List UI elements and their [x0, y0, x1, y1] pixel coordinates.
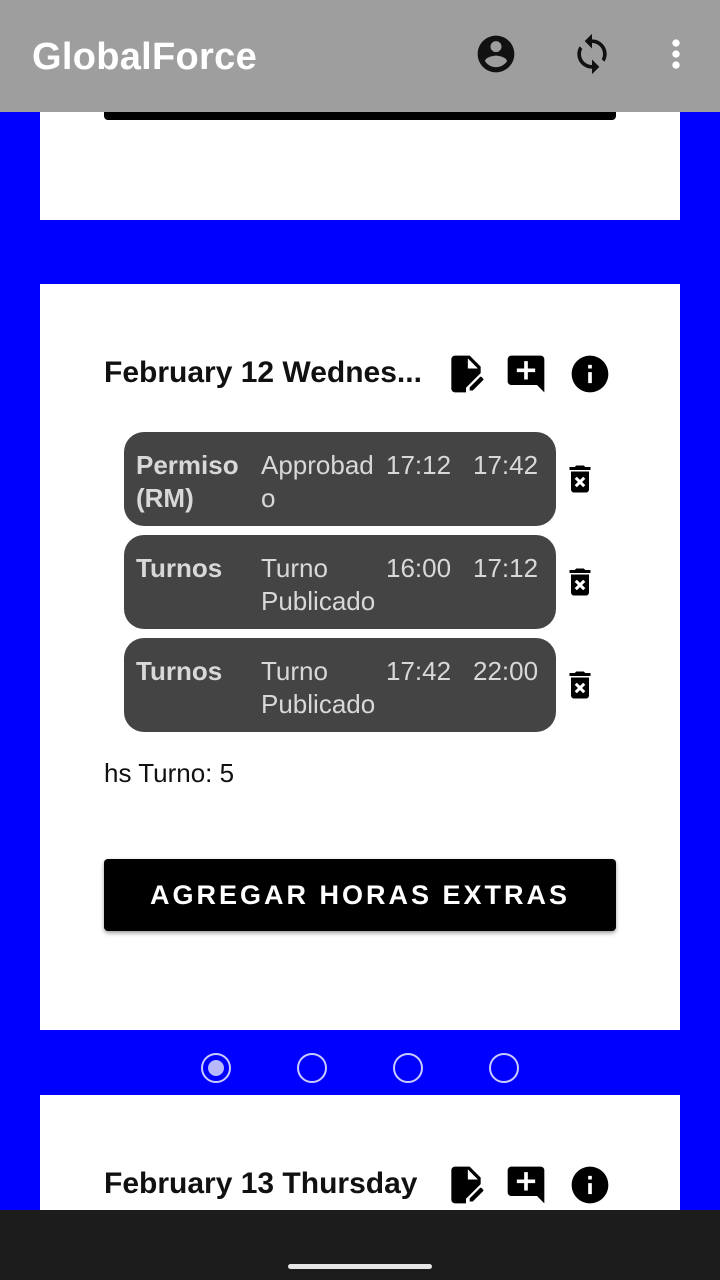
add-comment-icon[interactable]	[504, 352, 548, 396]
entry-type: Turnos	[136, 656, 223, 686]
delete-entry-icon[interactable]	[562, 562, 598, 602]
app-title: GlobalForce	[32, 36, 258, 78]
info-icon[interactable]	[568, 1163, 612, 1207]
page-dot[interactable]	[393, 1053, 423, 1083]
schedule-entry[interactable]: Permiso (RM) Approbad o 17:12 17:42	[124, 432, 556, 526]
entry-type: Permiso (RM)	[136, 450, 239, 513]
entry-end-time: 17:12	[473, 553, 539, 583]
day-card: February 12 Wednes... Permiso (RM) Appro…	[40, 284, 680, 1030]
day-header: February 12 Wednes...	[104, 352, 616, 396]
previous-day-card	[40, 112, 680, 220]
system-navigation-bar	[0, 1210, 720, 1280]
delete-entry-icon[interactable]	[562, 665, 598, 705]
entry-end-time: 17:42	[473, 450, 539, 480]
shift-hours-label: hs Turno: 5	[104, 758, 235, 788]
add-extra-hours-button[interactable]: AGREGAR HORAS EXTRAS	[104, 859, 616, 931]
previous-extra-hours-button[interactable]	[104, 112, 616, 120]
page-indicator	[0, 1050, 720, 1086]
day-header: February 13 Thursday	[104, 1163, 616, 1207]
page-dot[interactable]	[297, 1053, 327, 1083]
add-comment-icon[interactable]	[504, 1163, 548, 1207]
entry-status: Turno Publicado	[261, 553, 376, 616]
app-bar: GlobalForce	[0, 0, 720, 112]
entry-start-time: 17:12	[386, 450, 452, 480]
page-dot-active[interactable]	[201, 1053, 231, 1083]
more-vert-icon[interactable]	[654, 32, 698, 76]
schedule-entry[interactable]: Turnos Turno Publicado 17:42 22:00	[124, 638, 556, 732]
edit-note-icon[interactable]	[444, 1163, 488, 1207]
entry-status: Approbad o	[261, 450, 374, 513]
day-title: February 12 Wednes...	[104, 356, 422, 389]
account-circle-icon[interactable]	[474, 32, 518, 76]
day-title: February 13 Thursday	[104, 1167, 418, 1200]
sync-icon[interactable]	[570, 32, 614, 76]
entry-start-time: 16:00	[386, 553, 452, 583]
edit-note-icon[interactable]	[444, 352, 488, 396]
entry-type: Turnos	[136, 553, 223, 583]
page-dot[interactable]	[489, 1053, 519, 1083]
info-icon[interactable]	[568, 352, 612, 396]
entry-start-time: 17:42	[386, 656, 452, 686]
home-gesture-handle[interactable]	[288, 1264, 432, 1269]
schedule-entry[interactable]: Turnos Turno Publicado 16:00 17:12	[124, 535, 556, 629]
entry-end-time: 22:00	[473, 656, 539, 686]
entry-status: Turno Publicado	[261, 656, 376, 719]
next-day-card: February 13 Thursday	[40, 1095, 680, 1220]
delete-entry-icon[interactable]	[562, 459, 598, 499]
